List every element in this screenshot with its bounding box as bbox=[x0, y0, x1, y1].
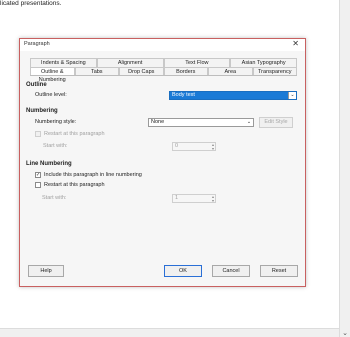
outline-level-value: Body text bbox=[172, 92, 195, 98]
outline-section-title: Outline bbox=[26, 82, 47, 88]
tab-transparency[interactable]: Transparency bbox=[252, 67, 297, 75]
tab-drop-caps[interactable]: Drop Caps bbox=[119, 67, 164, 75]
line-restart-checkbox[interactable] bbox=[35, 182, 41, 188]
include-line-numbering-checkbox[interactable]: ✓ bbox=[35, 172, 41, 178]
line-restart-label: Restart at this paragraph bbox=[44, 182, 105, 188]
numbering-restart-checkbox[interactable] bbox=[35, 131, 41, 137]
tab-tabs[interactable]: Tabs bbox=[74, 67, 119, 75]
numbering-style-value: None bbox=[151, 119, 165, 125]
tab-area[interactable]: Area bbox=[208, 67, 253, 75]
numbering-style-label: Numbering style: bbox=[35, 119, 77, 125]
line-start-with-value: 1 bbox=[175, 195, 179, 201]
tab-alignment[interactable]: Alignment bbox=[96, 58, 164, 67]
dialog-title: Paragraph bbox=[24, 41, 50, 47]
line-numbering-section-title: Line Numbering bbox=[26, 161, 72, 167]
numbering-start-with-value: 0 bbox=[175, 143, 179, 149]
ok-button[interactable]: OK bbox=[164, 265, 202, 277]
close-icon[interactable]: ✕ bbox=[292, 39, 299, 48]
spinner-arrows-icon: ▴ ▾ bbox=[211, 194, 214, 203]
vertical-scrollbar[interactable] bbox=[339, 0, 350, 337]
tab-borders[interactable]: Borders bbox=[163, 67, 208, 75]
help-button[interactable]: Help bbox=[28, 265, 64, 277]
reset-button[interactable]: Reset bbox=[260, 265, 298, 277]
tab-row-1: Indents & Spacing Alignment Text Flow As… bbox=[30, 58, 297, 67]
cancel-button[interactable]: Cancel bbox=[212, 265, 250, 277]
outline-level-label: Outline level: bbox=[35, 92, 67, 98]
outline-level-select[interactable]: Body text ⌄ bbox=[169, 91, 297, 100]
edit-style-button[interactable]: Edit Style bbox=[259, 117, 293, 128]
tab-indents-spacing[interactable]: Indents & Spacing bbox=[30, 58, 97, 67]
tab-asian-typography[interactable]: Asian Typography bbox=[230, 58, 297, 67]
chevron-down-icon: ⌄ bbox=[246, 119, 252, 125]
horizontal-scrollbar[interactable] bbox=[0, 328, 339, 337]
numbering-restart-label: Restart at this paragraph bbox=[44, 131, 105, 137]
numbering-section-title: Numbering bbox=[26, 108, 58, 114]
chevron-down-icon: ⌄ bbox=[288, 92, 296, 99]
numbering-start-with-label: Start with: bbox=[43, 143, 68, 149]
tab-outline-numbering[interactable]: Outline & Numbering bbox=[30, 67, 75, 83]
line-start-with-spinner[interactable]: 1 ▴ ▾ bbox=[172, 194, 216, 203]
numbering-start-with-spinner[interactable]: 0 ▴ ▾ bbox=[172, 142, 216, 151]
spinner-arrows-icon: ▴ ▾ bbox=[211, 142, 214, 151]
tab-row-2: Outline & Numbering Tabs Drop Caps Borde… bbox=[30, 67, 297, 83]
include-line-numbering-label: Include this paragraph in line numbering bbox=[44, 172, 142, 178]
tab-text-flow[interactable]: Text Flow bbox=[163, 58, 231, 67]
dialog-titlebar: Paragraph ✕ bbox=[20, 39, 305, 51]
chevron-down-icon[interactable]: ⌄ bbox=[342, 329, 348, 337]
document-text: licated presentations. bbox=[0, 0, 62, 7]
paragraph-dialog: Paragraph ✕ Indents & Spacing Alignment … bbox=[19, 38, 306, 287]
line-start-with-label: Start with: bbox=[42, 195, 67, 201]
numbering-style-select[interactable]: None ⌄ bbox=[148, 118, 254, 127]
